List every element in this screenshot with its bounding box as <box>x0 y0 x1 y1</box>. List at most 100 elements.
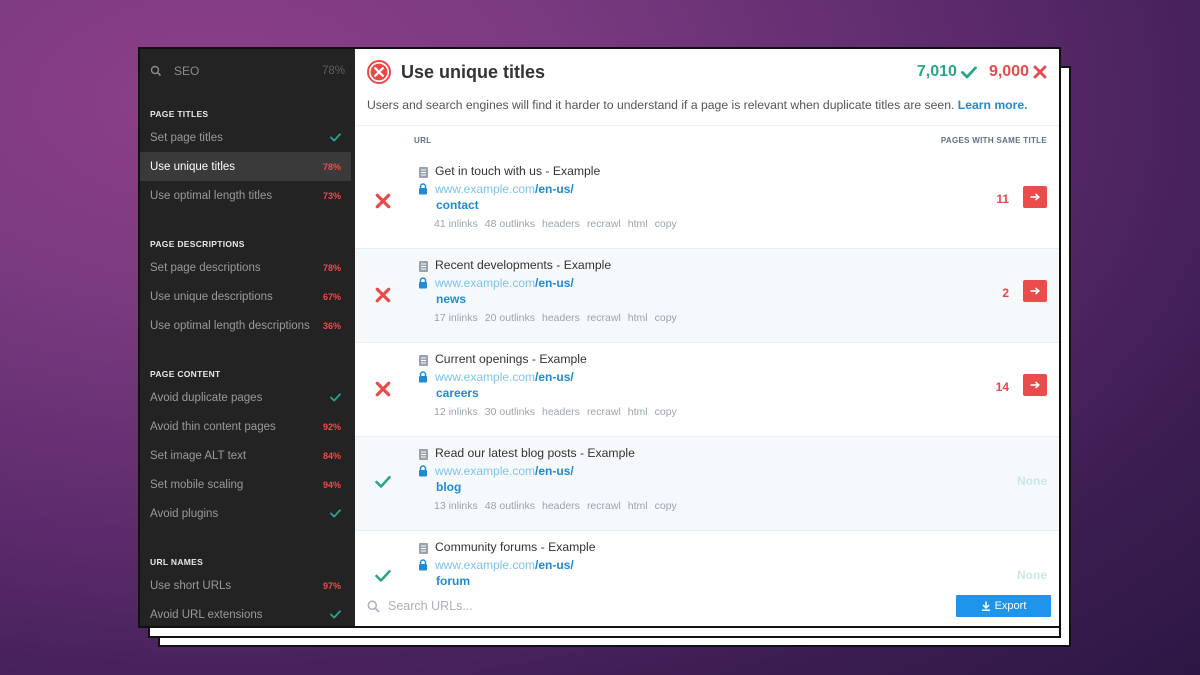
headers-link[interactable]: headers <box>542 406 580 418</box>
outlinks-link[interactable]: 48 outlinks <box>485 218 535 230</box>
same-title-count: 11 <box>996 192 1009 206</box>
download-icon <box>981 601 990 611</box>
html-link[interactable]: html <box>628 312 648 324</box>
sidebar-item-score: 94% <box>322 479 341 490</box>
view-duplicates-button[interactable] <box>1023 186 1047 208</box>
inlinks-link[interactable]: 13 inlinks <box>434 500 478 512</box>
sidebar-item-label: Use optimal length titles <box>150 189 273 202</box>
page-title-text: Recent developments - Example <box>435 258 612 272</box>
recrawl-link[interactable]: recrawl <box>587 500 621 512</box>
sidebar-item[interactable]: Avoid URL extensions <box>140 600 351 626</box>
copy-link[interactable]: copy <box>655 406 677 418</box>
fail-status <box>375 381 391 397</box>
view-duplicates-button[interactable] <box>1023 374 1047 396</box>
sidebar-search[interactable]: SEO 78% <box>140 49 355 93</box>
checkmark-icon <box>375 475 391 488</box>
url-link[interactable]: www.example.com/en-us/ <box>435 182 574 196</box>
sidebar-item[interactable]: Avoid duplicate pages <box>140 383 351 412</box>
sidebar-item[interactable]: Avoid thin content pages 92% <box>140 412 351 441</box>
search-urls-input[interactable] <box>388 599 956 613</box>
sidebar-item[interactable]: Use short URLs 97% <box>140 571 351 600</box>
sidebar-search-label: SEO <box>174 64 200 78</box>
pass-count-value: 7,010 <box>916 63 957 80</box>
url-slug[interactable]: contact <box>436 198 479 212</box>
sidebar-item[interactable]: Set mobile scaling 94% <box>140 470 351 499</box>
column-header-same-title[interactable]: PAGES WITH SAME TITLE <box>941 136 1047 145</box>
view-duplicates-button[interactable] <box>1023 280 1047 302</box>
row-actions: 17 inlinks 20 outlinks headers recrawl html c… <box>434 312 677 324</box>
inlinks-link[interactable]: 12 inlinks <box>434 406 478 418</box>
html-link[interactable]: html <box>628 406 648 418</box>
sidebar-item-label: Avoid duplicate pages <box>150 391 263 404</box>
sidebar-item[interactable]: Use optimal length titles 73% <box>140 181 351 210</box>
sidebar-item-label: Avoid plugins <box>150 507 219 520</box>
outlinks-link[interactable]: 20 outlinks <box>485 312 535 324</box>
fail-count[interactable]: 9,000 <box>989 63 1047 81</box>
copy-link[interactable]: copy <box>655 218 677 230</box>
sidebar-item[interactable]: Set image ALT text 84% <box>140 441 351 470</box>
document-icon <box>419 543 428 554</box>
sidebar-section-gap <box>140 348 355 361</box>
learn-more-link[interactable]: Learn more. <box>958 98 1028 112</box>
url-slug[interactable]: forum <box>436 574 470 586</box>
table-row[interactable]: Current openings - Example www.example.co… <box>355 343 1059 437</box>
url-path: /en-us/ <box>535 464 574 478</box>
sidebar-section-heading: PAGE CONTENT <box>150 369 221 379</box>
same-title-count: None <box>1017 474 1047 488</box>
cross-icon <box>1033 65 1047 79</box>
fail-count-value: 9,000 <box>988 63 1029 80</box>
cross-icon <box>375 193 391 209</box>
sidebar-item-score: 36% <box>322 320 341 331</box>
sidebar-item[interactable]: Use optimal length descriptions 36% <box>140 311 351 340</box>
lock-icon <box>419 183 427 195</box>
url-link[interactable]: www.example.com/en-us/ <box>435 464 574 478</box>
main-panel: Use unique titles 7,010 9,000 Users and … <box>355 49 1059 626</box>
recrawl-link[interactable]: recrawl <box>587 312 621 324</box>
url-slug[interactable]: careers <box>436 386 479 400</box>
sidebar-section-heading: URL NAMES <box>150 557 204 567</box>
headers-link[interactable]: headers <box>542 500 580 512</box>
inlinks-link[interactable]: 41 inlinks <box>434 218 478 230</box>
export-button[interactable]: Export <box>956 595 1051 617</box>
url-slug[interactable]: news <box>436 292 466 306</box>
html-link[interactable]: html <box>628 500 648 512</box>
url-path: /en-us/ <box>535 276 574 290</box>
table-row[interactable]: Community forums - Example www.example.co… <box>355 531 1059 586</box>
table-row[interactable]: Read our latest blog posts - Example www.… <box>355 437 1059 531</box>
page-title-text: Current openings - Example <box>435 352 587 366</box>
sidebar-item-label: Avoid thin content pages <box>150 420 276 433</box>
sidebar-item[interactable]: Set page descriptions 78% <box>140 253 351 282</box>
recrawl-link[interactable]: recrawl <box>587 218 621 230</box>
checkmark-icon <box>375 569 391 582</box>
url-link[interactable]: www.example.com/en-us/ <box>435 276 574 290</box>
sidebar-item[interactable]: Set page titles <box>140 123 351 152</box>
copy-link[interactable]: copy <box>655 500 677 512</box>
table-row[interactable]: Get in touch with us - Example www.exampl… <box>355 155 1059 249</box>
html-link[interactable]: html <box>628 218 648 230</box>
pass-count[interactable]: 7,010 <box>917 63 977 81</box>
inlinks-link[interactable]: 17 inlinks <box>434 312 478 324</box>
url-slug[interactable]: blog <box>436 480 461 494</box>
column-header-url[interactable]: URL <box>414 136 941 145</box>
search-icon <box>150 65 162 77</box>
url-link[interactable]: www.example.com/en-us/ <box>435 370 574 384</box>
arrow-right-icon <box>1030 193 1040 201</box>
sidebar-item[interactable]: Use unique descriptions 67% <box>140 282 351 311</box>
sidebar-item-label: Use unique titles <box>150 160 236 173</box>
page-title-text: Get in touch with us - Example <box>435 164 601 178</box>
pass-status <box>375 475 391 491</box>
recrawl-link[interactable]: recrawl <box>587 406 621 418</box>
sidebar-item[interactable]: Avoid plugins <box>140 499 351 528</box>
url-link[interactable]: www.example.com/en-us/ <box>435 558 574 572</box>
copy-link[interactable]: copy <box>655 312 677 324</box>
sidebar-search-percent: 78% <box>321 65 345 77</box>
outlinks-link[interactable]: 30 outlinks <box>485 406 535 418</box>
url-list: Get in touch with us - Example www.exampl… <box>355 155 1059 586</box>
outlinks-link[interactable]: 48 outlinks <box>485 500 535 512</box>
sidebar-item[interactable]: Use unique titles 78% <box>140 152 351 181</box>
headers-link[interactable]: headers <box>542 218 580 230</box>
headers-link[interactable]: headers <box>542 312 580 324</box>
checkmark-icon <box>330 133 341 142</box>
cross-icon <box>375 381 391 397</box>
table-row[interactable]: Recent developments - Example www.example… <box>355 249 1059 343</box>
